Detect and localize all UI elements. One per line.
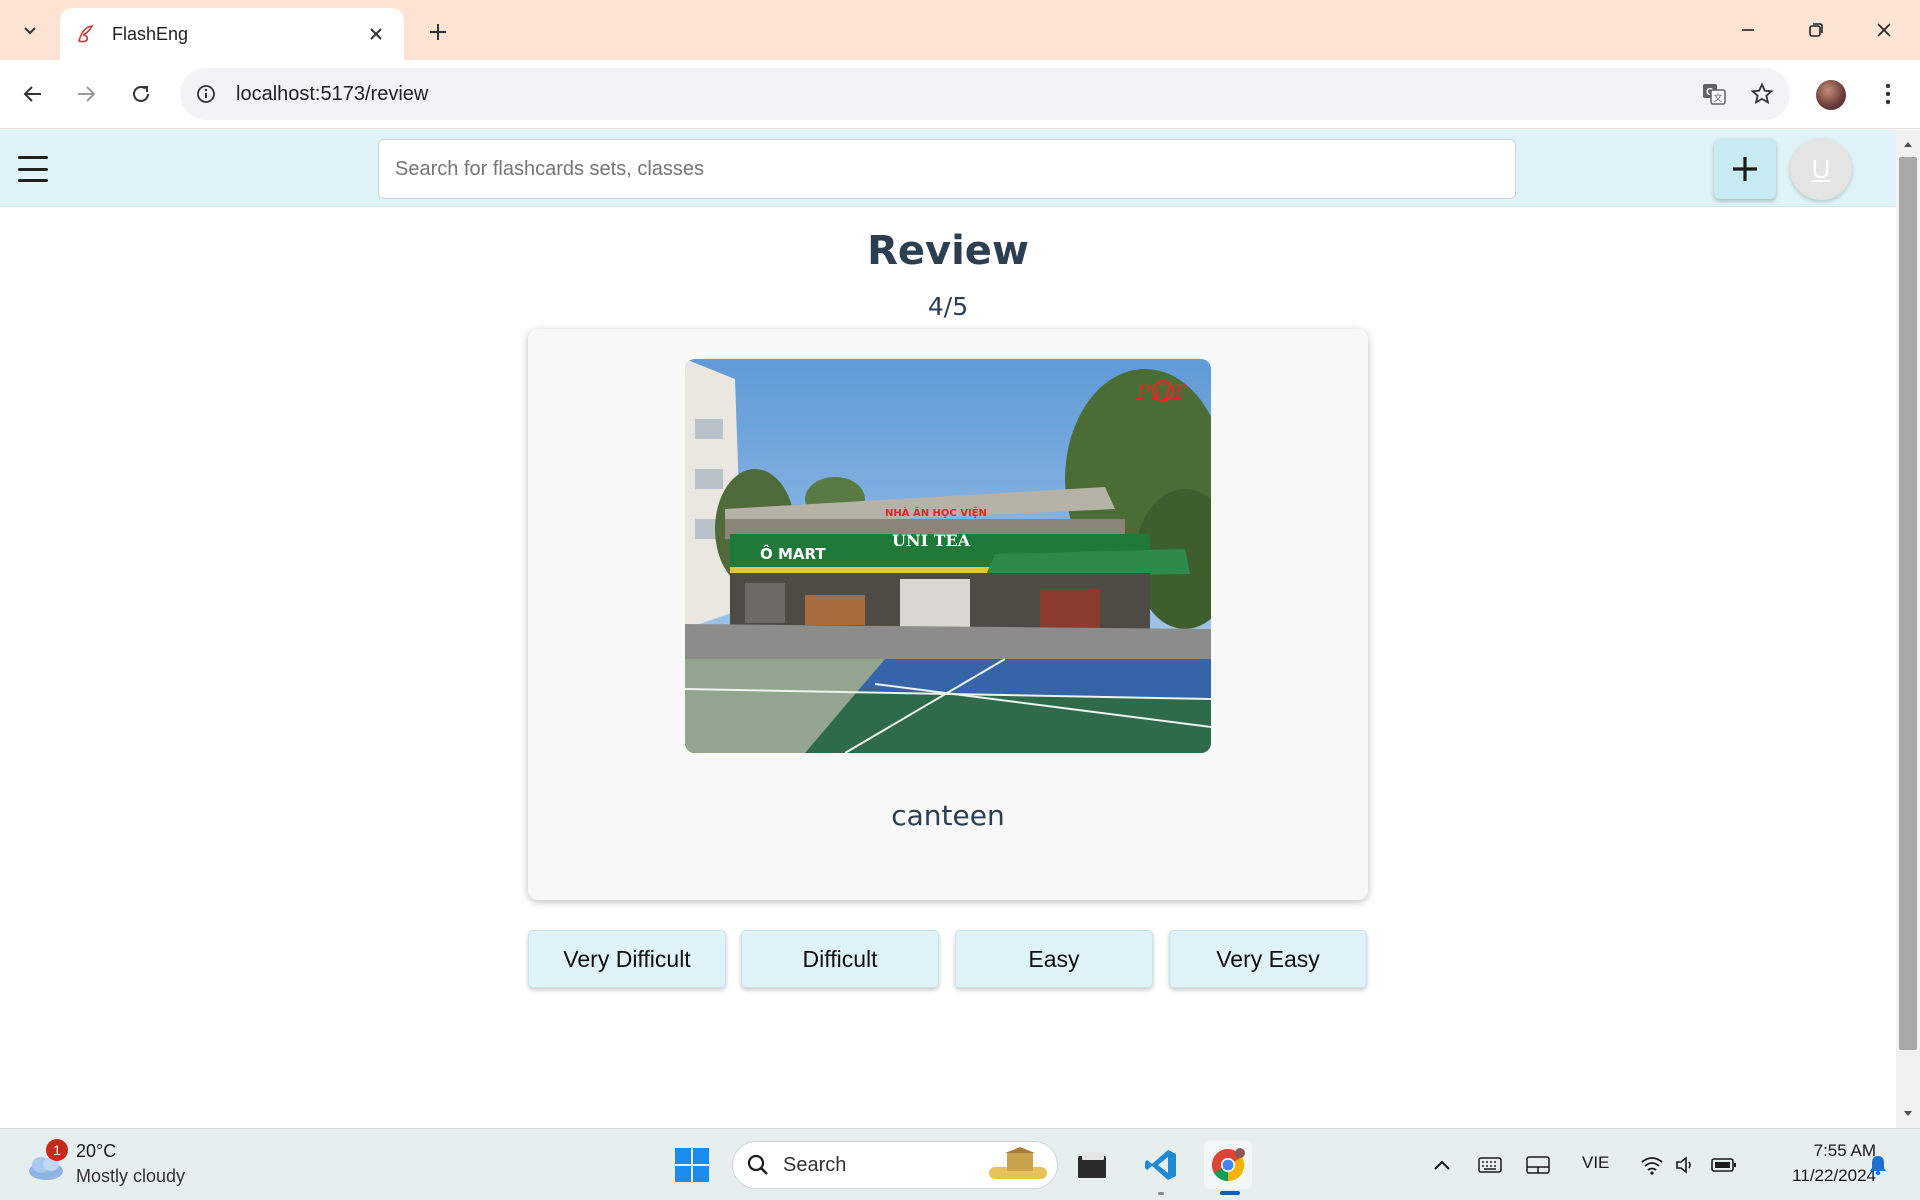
scroll-up-arrow-icon[interactable]	[1898, 136, 1918, 152]
arrow-right-icon	[78, 86, 96, 102]
bookmark-star-icon[interactable]	[1742, 74, 1782, 114]
search-input[interactable]	[378, 139, 1516, 199]
close-icon	[1877, 23, 1891, 37]
scrollbar-thumb[interactable]	[1899, 157, 1917, 1050]
review-progress: 4/5	[927, 292, 969, 321]
site-info-icon[interactable]	[186, 74, 226, 114]
taskbar-search-box[interactable]: Search	[732, 1141, 1058, 1189]
back-button[interactable]	[13, 74, 53, 114]
svg-text:文: 文	[1713, 92, 1722, 104]
tray-overflow-chevron-icon[interactable]	[1426, 1149, 1458, 1181]
weather-description[interactable]: Mostly cloudy	[76, 1166, 185, 1187]
flashcard-word: canteen	[891, 799, 1005, 832]
app-header: U	[0, 130, 1896, 207]
wifi-icon[interactable]	[1636, 1149, 1668, 1181]
chrome-active-indicator	[1220, 1191, 1240, 1195]
taskbar-search-label: Search	[783, 1153, 847, 1176]
vscode-running-indicator	[1158, 1192, 1164, 1195]
restore-icon	[1809, 23, 1823, 37]
browser-menu-icon[interactable]	[1868, 74, 1908, 114]
clock-time[interactable]: 7:55 AM	[1762, 1141, 1876, 1161]
reload-button[interactable]	[121, 74, 161, 114]
very-difficult-button[interactable]: Very Difficult	[528, 930, 726, 988]
address-bar[interactable]: localhost:5173/review G文	[180, 68, 1790, 120]
search-highlight-icon	[989, 1147, 1047, 1179]
notification-bell-icon[interactable]	[1862, 1149, 1894, 1181]
plus-icon	[1733, 157, 1757, 181]
windows-start-icon[interactable]	[672, 1145, 712, 1185]
plus-icon	[430, 24, 446, 40]
scroll-down-arrow-icon[interactable]	[1898, 1106, 1918, 1122]
battery-icon[interactable]	[1708, 1149, 1740, 1181]
sign-text-mart: Ô MART	[760, 544, 826, 563]
add-flashcard-set-button[interactable]	[1714, 139, 1776, 199]
browser-tab-active[interactable]: FlashEng	[60, 8, 404, 60]
easy-button[interactable]: Easy	[955, 930, 1153, 988]
hamburger-menu-icon[interactable]	[16, 152, 50, 186]
keyboard-icon[interactable]	[1474, 1149, 1506, 1181]
input-language-indicator[interactable]: VIE	[1582, 1153, 1609, 1173]
tab-search-dropdown-button[interactable]	[10, 12, 50, 48]
window-close-button[interactable]	[1856, 8, 1912, 52]
window-restore-button[interactable]	[1788, 8, 1844, 52]
tablet-mode-icon[interactable]	[1522, 1149, 1554, 1181]
sign-text-main: NHÀ ĂN HỌC VIỆN	[885, 506, 987, 519]
browser-tabstrip: FlashEng	[0, 0, 1920, 60]
vscode-icon[interactable]	[1137, 1141, 1185, 1189]
browser-toolbar: localhost:5173/review G文	[0, 60, 1920, 129]
user-avatar-letter: U	[1811, 153, 1831, 184]
page-title: Review	[867, 228, 1029, 274]
search-icon	[747, 1154, 768, 1175]
flashcard[interactable]: NHÀ ĂN HỌC VIỆN Ô MART UNI TEA PTIT cant…	[528, 329, 1368, 900]
file-explorer-icon[interactable]	[1068, 1141, 1116, 1189]
browser-profile-avatar[interactable]	[1816, 80, 1846, 110]
tab-title: FlashEng	[112, 23, 189, 44]
arrow-left-icon	[23, 86, 41, 102]
flasheng-favicon-icon	[74, 22, 98, 46]
difficult-button[interactable]: Difficult	[741, 930, 939, 988]
weather-temperature[interactable]: 20°C	[76, 1141, 116, 1162]
chrome-icon[interactable]	[1204, 1141, 1252, 1189]
new-tab-button[interactable]	[420, 14, 456, 50]
user-avatar[interactable]: U	[1790, 138, 1852, 200]
flashcard-image: NHÀ ĂN HỌC VIỆN Ô MART UNI TEA PTIT	[685, 359, 1211, 753]
clock-date[interactable]: 11/22/2024	[1746, 1166, 1876, 1186]
weather-notification-badge: 1	[46, 1139, 68, 1161]
reload-icon	[133, 85, 149, 102]
very-easy-button[interactable]: Very Easy	[1169, 930, 1367, 988]
volume-icon[interactable]	[1670, 1149, 1702, 1181]
window-minimize-button[interactable]	[1720, 8, 1776, 52]
canteen-photo: NHÀ ĂN HỌC VIỆN Ô MART UNI TEA PTIT	[685, 359, 1211, 753]
sign-text-store: UNI TEA	[892, 531, 971, 550]
difficulty-rating-row: Very Difficult Difficult Easy Very Easy	[528, 930, 1368, 988]
tab-close-icon[interactable]	[362, 20, 390, 48]
taskbar: 1 20°C Mostly cloudy Search VIE 7:55 AM …	[0, 1128, 1920, 1200]
forward-button[interactable]	[66, 74, 106, 114]
chevron-down-icon	[24, 27, 36, 35]
translate-icon[interactable]: G文	[1694, 74, 1734, 114]
minimize-icon	[1742, 29, 1754, 31]
url-text[interactable]: localhost:5173/review	[236, 83, 1694, 106]
